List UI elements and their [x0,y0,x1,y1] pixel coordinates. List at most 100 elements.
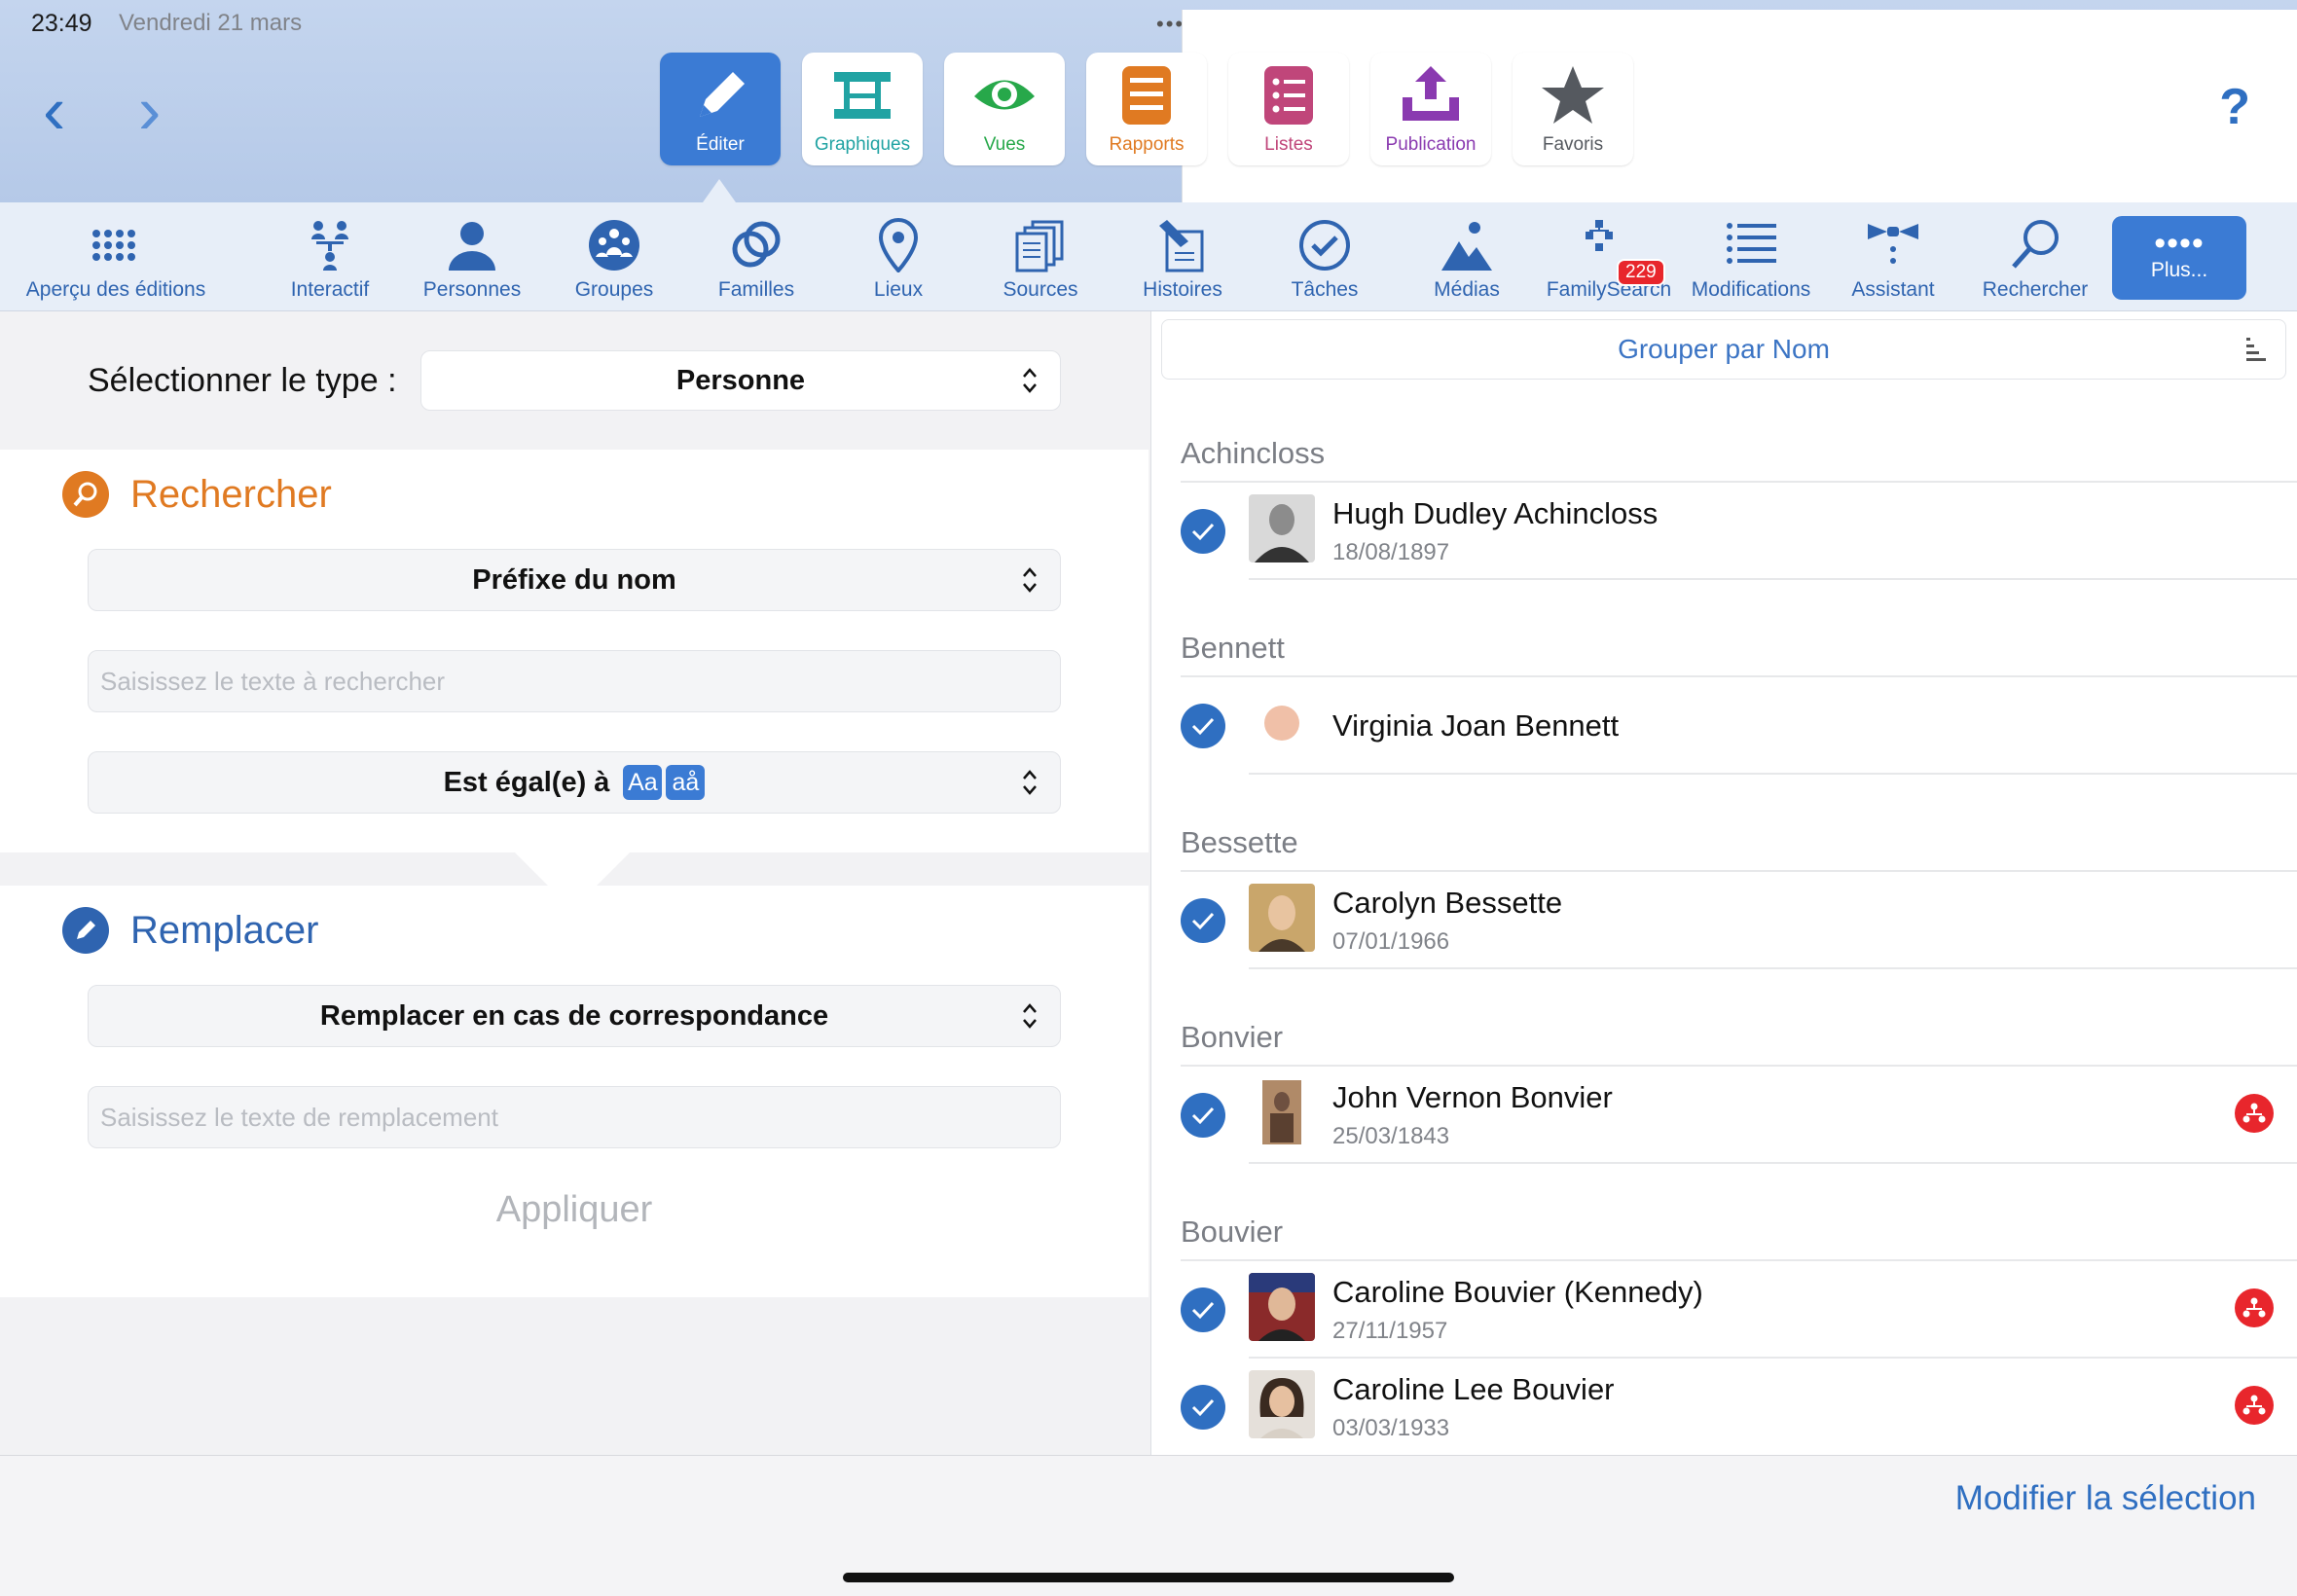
familysearch-tree-icon[interactable] [2235,1386,2274,1425]
tool-label: Familles [717,278,795,301]
accent-sensitive-toggle[interactable]: aå [666,765,706,800]
list-item[interactable]: Carolyn Bessette 07/01/1966 [1151,872,2297,969]
modify-selection-button[interactable]: Modifier la sélection [1955,1479,2256,1518]
tool-label: Sources [1003,278,1078,301]
search-text-input[interactable]: Saisissez le texte à rechercher [88,650,1061,712]
list-lines-icon [1727,223,1776,264]
search-icon [2012,220,2059,269]
group-by-button[interactable]: Grouper par Nom [1161,319,2286,380]
person-date: 18/08/1897 [1332,539,1450,565]
tool-taches[interactable]: Tâches [1252,218,1398,302]
tool-rechercher[interactable]: Rechercher [1962,218,2108,302]
multitask-dots-icon[interactable]: ••• [1156,12,1185,37]
tool-label: Rechercher [1982,278,2089,301]
case-sensitive-toggle[interactable]: Aa [623,765,663,800]
tool-assistant[interactable]: Assistant [1820,218,1966,302]
sort-lines-icon [2246,338,2266,361]
checkmark-circle-icon [1299,220,1350,271]
chart-tree-icon [834,72,891,119]
tool-label: Aperçu des éditions [25,278,206,301]
help-button[interactable]: ? [2219,78,2250,136]
tool-label: Personnes [422,278,522,301]
portrait-thumbnail [1249,1370,1315,1438]
tab-graphiques[interactable]: Graphiques [802,53,923,165]
apply-button[interactable]: Appliquer [0,1189,1148,1231]
type-value: Personne [675,364,806,396]
search-field-select[interactable]: Préfixe du nom [88,549,1061,611]
divider [1249,578,2297,580]
tool-sources[interactable]: Sources [967,218,1113,302]
replace-mode-select[interactable]: Remplacer en cas de correspondance [88,985,1061,1047]
familysearch-tree-icon[interactable] [2235,1094,2274,1133]
checkmark-icon[interactable] [1181,898,1225,943]
familysearch-tree-icon[interactable] [2235,1288,2274,1327]
tool-label: Tâches [1291,278,1359,301]
person-name: John Vernon Bonvier [1332,1080,1613,1114]
tool-familysearch[interactable]: 229 FamilySearch [1536,218,1682,302]
familysearch-badge: 229 [1617,259,1665,286]
chevron-up-down-icon [1023,770,1037,795]
checkmark-icon[interactable] [1181,1288,1225,1332]
tool-label: Interactif [290,278,370,301]
list-item[interactable]: Caroline Bouvier (Kennedy) 27/11/1957 [1151,1261,2297,1359]
tab-editer[interactable]: Éditer [660,53,781,165]
star-icon [1542,66,1604,124]
list-item[interactable]: John Vernon Bonvier 25/03/1843 [1151,1067,2297,1164]
tool-lieux[interactable]: Lieux [825,218,971,302]
list-item[interactable]: Hugh Dudley Achincloss 18/08/1897 [1151,483,2297,580]
search-replace-panel: Sélectionner le type : Personne Recherch… [0,311,1148,1455]
person-name: Caroline Lee Bouvier [1332,1372,1615,1406]
tool-personnes[interactable]: Personnes [399,218,545,302]
group-header: Bennett [1181,631,1285,665]
checkmark-icon[interactable] [1181,1385,1225,1430]
grid-dots-icon [92,230,135,261]
rings-icon [732,221,781,268]
checkmark-icon[interactable] [1181,704,1225,748]
tool-familles[interactable]: Familles [683,218,829,302]
report-icon [1122,66,1171,125]
tab-listes[interactable]: Listes [1228,53,1349,165]
pencil-icon [700,72,745,117]
tab-publication[interactable]: Publication [1370,53,1491,165]
replace-text-input[interactable]: Saisissez le texte de remplacement [88,1086,1061,1148]
more-tools-button[interactable]: •••• Plus... [2112,216,2246,300]
story-icon [1159,220,1204,272]
tab-label: Vues [983,134,1026,155]
chevron-up-down-icon [1023,368,1037,393]
match-operator-select[interactable]: Est égal(e) à Aa aå [88,751,1061,814]
tool-label: Lieux [873,278,924,301]
replace-card: Remplacer Remplacer en cas de correspond… [0,886,1148,1297]
type-select[interactable]: Personne [420,350,1061,411]
list-item[interactable]: Caroline Lee Bouvier 03/03/1933 [1151,1359,2297,1455]
search-field-value: Préfixe du nom [472,563,676,596]
person-name: Virginia Joan Bennett [1332,708,1620,743]
magnifier-icon [62,471,109,518]
tool-interactif[interactable]: Interactif [257,218,403,302]
tab-label: Favoris [1542,134,1604,155]
portrait-thumbnail [1249,1078,1315,1146]
tool-apercu-editions[interactable]: Aperçu des éditions [26,218,205,302]
bottom-bar: Modifier la sélection [0,1455,2297,1596]
tool-label: Groupes [574,278,654,301]
tool-histoires[interactable]: Histoires [1110,218,1256,302]
home-indicator[interactable] [843,1573,1454,1582]
tab-rapports[interactable]: Rapports [1086,53,1207,165]
tool-modifications[interactable]: Modifications [1678,218,1824,302]
group-header: Bonvier [1181,1020,1284,1054]
person-date: 27/11/1957 [1332,1318,1448,1344]
back-icon[interactable]: ‹ [43,76,65,144]
more-dots-icon: •••• [2154,225,2205,262]
checkmark-icon[interactable] [1181,509,1225,554]
person-name: Hugh Dudley Achincloss [1332,496,1659,530]
forward-icon[interactable]: › [138,76,161,144]
tool-medias[interactable]: Médias [1394,218,1540,302]
tab-vues[interactable]: Vues [944,53,1065,165]
portrait-thumbnail [1249,1273,1315,1341]
tab-label: Éditer [696,134,745,155]
checkmark-icon[interactable] [1181,1093,1225,1138]
tab-favoris[interactable]: Favoris [1513,53,1633,165]
list-item[interactable]: Virginia Joan Bennett [1151,677,2297,775]
tool-groupes[interactable]: Groupes [541,218,687,302]
divider [1249,773,2297,775]
person-date: 25/03/1843 [1332,1123,1450,1149]
